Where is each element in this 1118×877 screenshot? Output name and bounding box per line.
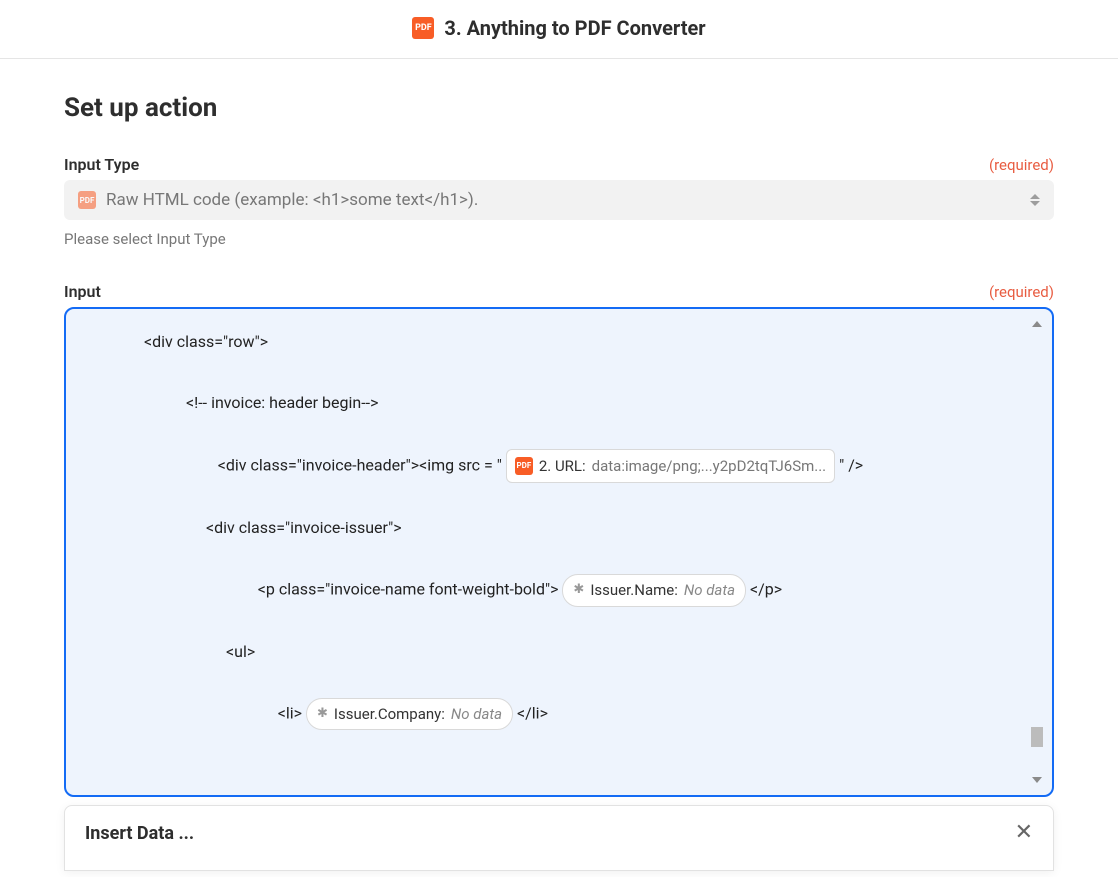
scroll-up-icon[interactable] bbox=[1032, 321, 1042, 327]
issuer-name-pill[interactable]: ✱Issuer.Name: No data bbox=[562, 574, 746, 607]
input-label-row: Input (required) bbox=[64, 282, 1054, 301]
code-line: <p class="invoice-name font-weight-bold"… bbox=[94, 544, 1004, 637]
code-line: <div class="row"> bbox=[94, 327, 1004, 357]
close-icon[interactable]: ✕ bbox=[1015, 822, 1033, 844]
step-number: 3. bbox=[444, 16, 461, 40]
scroll-thumb[interactable] bbox=[1031, 727, 1043, 747]
code-blank-line bbox=[94, 357, 1004, 387]
insert-data-title: Insert Data ... bbox=[85, 823, 194, 844]
url-data-pill[interactable]: PDF2. URL: data:image/png;...y2pD2tqTJ6S… bbox=[506, 449, 835, 484]
content-area: Set up action Input Type (required) PDF … bbox=[64, 59, 1054, 871]
pdf-icon: PDF bbox=[78, 191, 96, 209]
code-line: <li> ✱Issuer.Company: No data </li> bbox=[94, 668, 1004, 761]
input-label: Input bbox=[64, 282, 101, 301]
gear-icon: ✱ bbox=[317, 702, 328, 727]
pdf-icon: PDF bbox=[515, 457, 533, 475]
code-line: <div class="invoice-header"><img src = "… bbox=[94, 418, 1004, 513]
code-line: <li> ✱Issuer.Address: No data </li> bbox=[94, 761, 1004, 777]
step-header: PDF 3. Anything to PDF Converter bbox=[0, 0, 1118, 59]
input-type-required: (required) bbox=[989, 156, 1054, 174]
input-type-value: Raw HTML code (example: <h1>some text</h… bbox=[106, 190, 478, 210]
code-line: <!-- invoice: header begin--> bbox=[94, 388, 1004, 418]
gear-icon: ✱ bbox=[573, 578, 584, 603]
insert-data-panel: Insert Data ... ✕ bbox=[64, 805, 1054, 871]
code-line: <div class="invoice-issuer"> bbox=[94, 513, 1004, 543]
pdf-icon: PDF bbox=[412, 17, 434, 39]
scroll-down-icon[interactable] bbox=[1032, 777, 1042, 783]
code-scroll-area[interactable]: <div class="row"> <!-- invoice: header b… bbox=[94, 327, 1024, 777]
input-type-label: Input Type bbox=[64, 155, 139, 174]
input-code-editor[interactable]: <div class="row"> <!-- invoice: header b… bbox=[64, 307, 1054, 797]
input-type-select[interactable]: PDF Raw HTML code (example: <h1>some tex… bbox=[64, 180, 1054, 220]
app-name: Anything to PDF Converter bbox=[467, 16, 706, 40]
select-caret-icon bbox=[1030, 194, 1040, 206]
issuer-company-pill[interactable]: ✱Issuer.Company: No data bbox=[306, 698, 513, 731]
code-line: <ul> bbox=[94, 637, 1004, 667]
step-title: 3. Anything to PDF Converter bbox=[444, 16, 705, 40]
input-type-label-row: Input Type (required) bbox=[64, 155, 1054, 174]
input-type-help: Please select Input Type bbox=[64, 230, 1054, 248]
input-required: (required) bbox=[989, 283, 1054, 301]
scrollbar[interactable] bbox=[1030, 321, 1044, 783]
section-heading: Set up action bbox=[64, 93, 1054, 123]
